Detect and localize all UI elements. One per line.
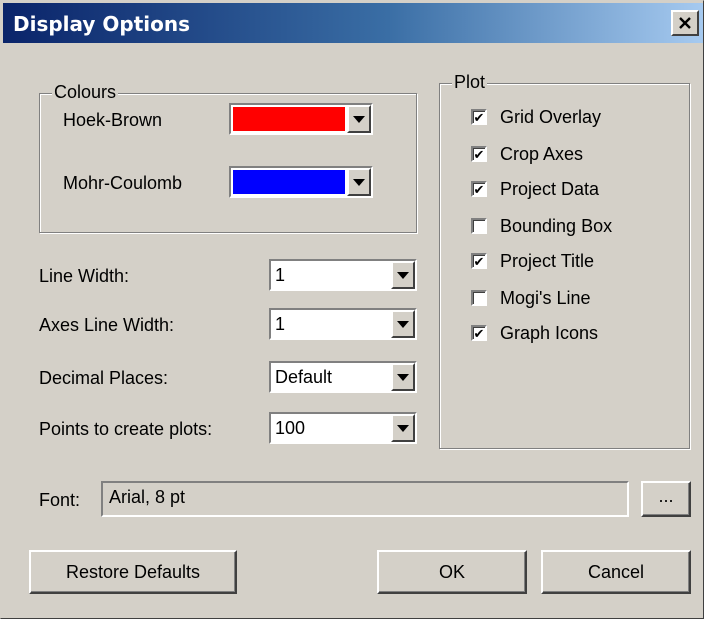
plot-option-bounding-box[interactable]: Bounding Box — [471, 213, 612, 239]
decimal-places-select[interactable]: Default — [269, 361, 417, 393]
plot-option-project-data[interactable]: ✔ Project Data — [471, 176, 599, 202]
line-width-value: 1 — [275, 264, 286, 285]
points-to-create-plots-value: 100 — [275, 417, 306, 438]
mohr-coulomb-label: Mohr-Coulomb — [63, 173, 183, 193]
checkbox[interactable]: ✔ — [471, 146, 487, 162]
line-width-label: Line Width: — [39, 266, 130, 286]
mohr-coulomb-colour-picker[interactable] — [229, 166, 373, 198]
plot-option-label: Project Title — [500, 250, 595, 271]
plot-legend: Plot — [452, 72, 488, 93]
plot-option-label: Grid Overlay — [500, 106, 602, 127]
hoek-brown-label: Hoek-Brown — [63, 110, 163, 130]
axes-line-width-value: 1 — [275, 313, 286, 334]
plot-option-grid-overlay[interactable]: ✔ Grid Overlay — [471, 104, 601, 130]
plot-option-label: Crop Axes — [500, 143, 584, 164]
plot-option-graph-icons[interactable]: ✔ Graph Icons — [471, 320, 598, 346]
font-browse-button[interactable]: ... — [641, 481, 691, 517]
checkbox[interactable]: ✔ — [471, 325, 487, 341]
colours-legend: Colours — [52, 82, 119, 103]
cancel-button[interactable]: Cancel — [541, 550, 691, 594]
restore-defaults-button[interactable]: Restore Defaults — [29, 550, 237, 594]
font-display-field: Arial, 8 pt — [101, 481, 629, 517]
hoek-brown-colour-picker[interactable] — [229, 103, 373, 135]
chevron-down-icon — [397, 424, 409, 432]
points-to-create-plots-dropdown-button[interactable] — [391, 414, 415, 442]
decimal-places-dropdown-button[interactable] — [391, 363, 415, 391]
chevron-down-icon — [397, 320, 409, 328]
plot-option-label: Mogi's Line — [500, 287, 591, 308]
checkbox[interactable]: ✔ — [471, 181, 487, 197]
line-width-select[interactable]: 1 — [269, 259, 417, 291]
ok-button[interactable]: OK — [377, 550, 527, 594]
font-label: Font: — [39, 490, 81, 510]
checkbox[interactable]: ✔ — [471, 253, 487, 269]
checkbox[interactable] — [471, 290, 487, 306]
hoek-brown-dropdown-button[interactable] — [347, 105, 371, 133]
close-button[interactable] — [671, 10, 699, 36]
plot-option-crop-axes[interactable]: ✔ Crop Axes — [471, 141, 583, 167]
checkbox[interactable]: ✔ — [471, 109, 487, 125]
display-options-dialog: Display Options Colours Hoek-Brown Mohr-… — [0, 0, 704, 619]
mohr-coulomb-swatch — [233, 170, 345, 194]
line-width-dropdown-button[interactable] — [391, 261, 415, 289]
axes-line-width-label: Axes Line Width: — [39, 315, 175, 335]
plot-option-mogis-line[interactable]: Mogi's Line — [471, 285, 590, 311]
chevron-down-icon — [397, 271, 409, 279]
title-bar[interactable]: Display Options — [3, 3, 703, 43]
checkbox[interactable] — [471, 218, 487, 234]
hoek-brown-swatch — [233, 107, 345, 131]
plot-option-label: Graph Icons — [500, 322, 599, 343]
decimal-places-value: Default — [275, 366, 333, 387]
axes-line-width-dropdown-button[interactable] — [391, 310, 415, 338]
mohr-coulomb-dropdown-button[interactable] — [347, 168, 371, 196]
window-title: Display Options — [13, 12, 191, 36]
plot-option-project-title[interactable]: ✔ Project Title — [471, 248, 594, 274]
decimal-places-label: Decimal Places: — [39, 368, 169, 388]
points-to-create-plots-select[interactable]: 100 — [269, 412, 417, 444]
plot-option-label: Project Data — [500, 178, 600, 199]
plot-option-label: Bounding Box — [500, 215, 613, 236]
axes-line-width-select[interactable]: 1 — [269, 308, 417, 340]
chevron-down-icon — [353, 115, 365, 123]
close-icon — [679, 17, 691, 29]
chevron-down-icon — [353, 178, 365, 186]
chevron-down-icon — [397, 373, 409, 381]
points-to-create-plots-label: Points to create plots: — [39, 419, 213, 439]
